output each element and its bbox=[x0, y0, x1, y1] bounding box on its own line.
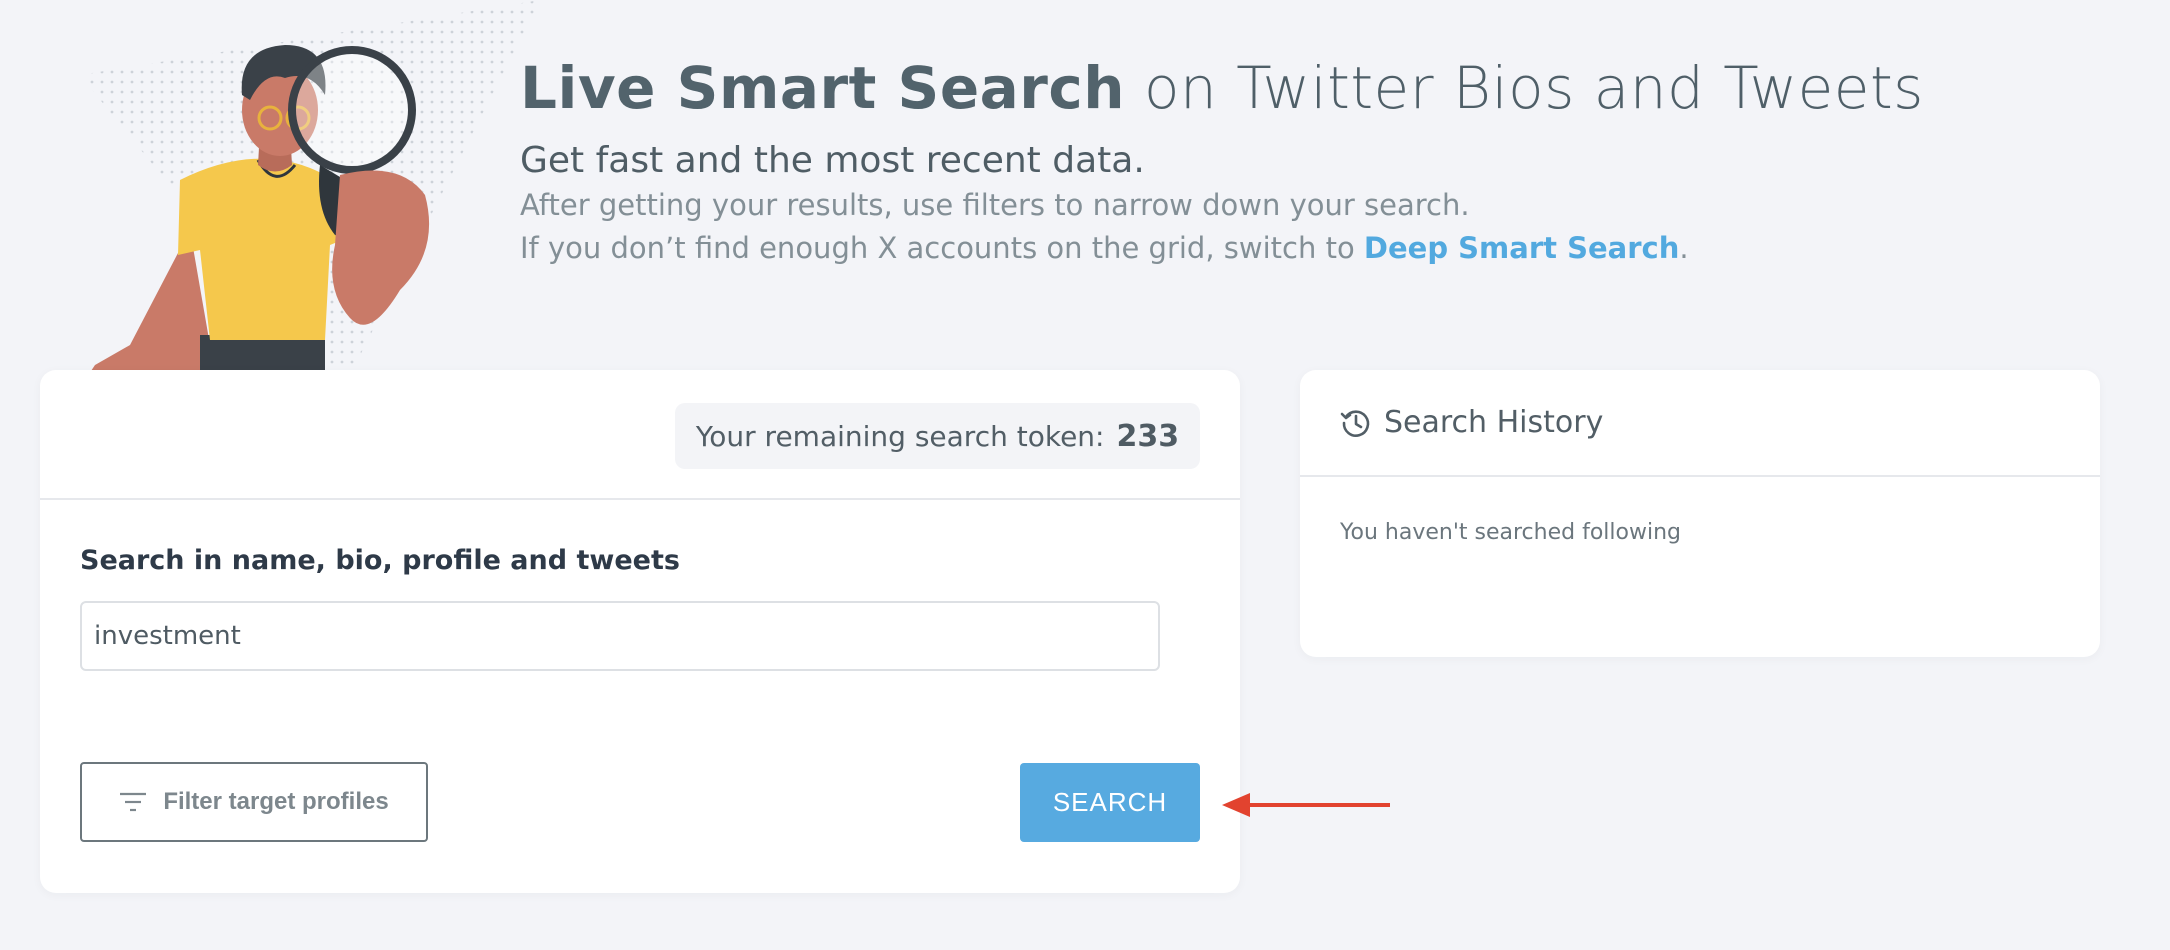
deep-smart-search-link[interactable]: Deep Smart Search bbox=[1364, 231, 1679, 265]
search-history-empty-text: You haven't searched following bbox=[1340, 520, 1681, 545]
hero-illustration bbox=[80, 0, 540, 395]
filter-button-label: Filter target profiles bbox=[163, 788, 389, 815]
page-title: Live Smart Search on Twitter Bios and Tw… bbox=[520, 52, 1923, 124]
history-icon bbox=[1340, 409, 1370, 437]
page-title-rest: on Twitter Bios and Tweets bbox=[1125, 54, 1924, 122]
hero-line2-prefix: If you don’t find enough X accounts on t… bbox=[520, 231, 1364, 265]
search-input[interactable] bbox=[80, 601, 1160, 671]
annotation-arrow-icon bbox=[1222, 793, 1390, 817]
token-badge: Your remaining search token: 233 bbox=[675, 403, 1200, 469]
search-button[interactable]: SEARCH bbox=[1020, 763, 1200, 842]
token-label: Your remaining search token: bbox=[695, 419, 1105, 453]
page-title-bold: Live Smart Search bbox=[520, 54, 1126, 122]
search-card: Your remaining search token: 233 Search … bbox=[40, 370, 1240, 893]
hero-description-line2: If you don’t find enough X accounts on t… bbox=[520, 227, 1920, 270]
hero-line2-suffix: . bbox=[1679, 231, 1689, 265]
search-history-title: Search History bbox=[1384, 405, 1604, 440]
search-history-header: Search History bbox=[1300, 370, 2100, 477]
search-history-card: Search History You haven't searched foll… bbox=[1300, 370, 2100, 657]
hero-text: Live Smart Search on Twitter Bios and Tw… bbox=[520, 52, 1923, 270]
search-label: Search in name, bio, profile and tweets bbox=[80, 545, 680, 576]
token-row: Your remaining search token: 233 bbox=[40, 370, 1240, 500]
page-subtitle: Get fast and the most recent data. bbox=[520, 140, 1145, 181]
token-value: 233 bbox=[1116, 418, 1180, 454]
hero-description-line1: After getting your results, use filters … bbox=[520, 188, 1470, 222]
filter-target-profiles-button[interactable]: Filter target profiles bbox=[80, 762, 428, 842]
filter-lines-icon bbox=[120, 792, 147, 812]
